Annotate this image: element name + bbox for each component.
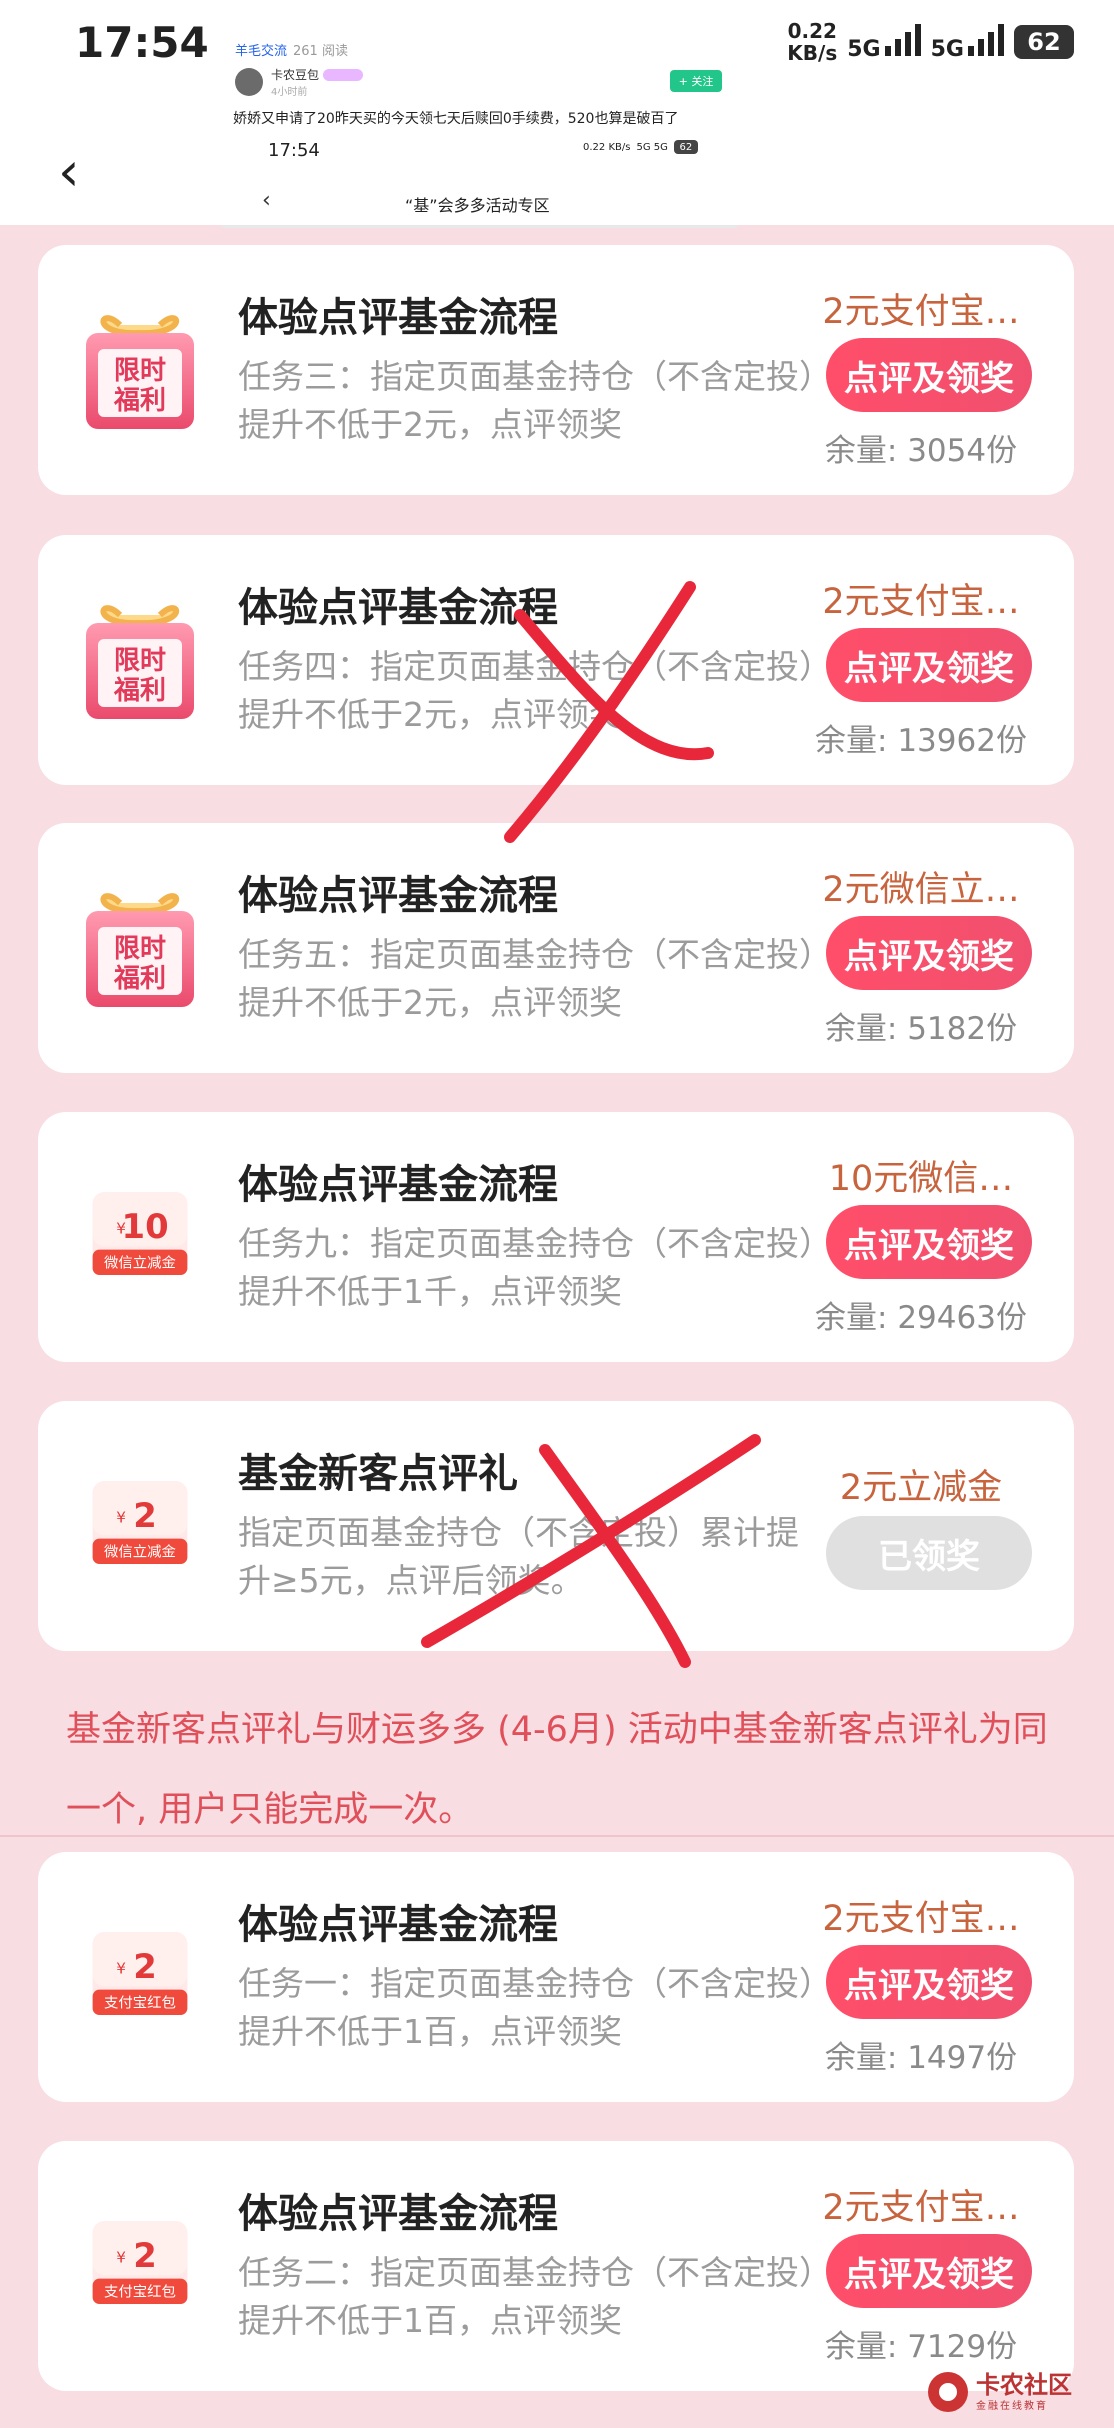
network-speed: 0.22 KB/s [787,19,838,65]
svg-text:微信立减金: 微信立减金 [104,1543,176,1560]
watermark: 卡农社区 金融在线教育 [926,2370,1072,2414]
svg-text:限时: 限时 [114,356,166,386]
post-meta: 羊毛交流 261 阅读 [235,44,348,59]
signal-icon: 5G [931,22,1004,62]
stock-count: 余量: 13962份 [815,723,1027,759]
coupon-icon: ¥ 10 微信立减金 [92,1192,188,1275]
page-title: “基”会多多活动专区 [405,196,550,215]
signal-icon: 5G [847,22,921,62]
stock-count: 余量: 1497份 [824,2040,1018,2076]
review-claim-button[interactable]: 点评及领奖 [826,1945,1032,2019]
svg-text:¥: ¥ [116,1960,126,1978]
post-text: 娇娇又申请了20昨天买的今天领七天后赎回0手续费，520也算是破百了 [233,111,679,127]
svg-text:10: 10 [122,1207,169,1246]
cross-mark-icon [504,581,714,843]
card-title: 体验点评基金流程 [238,2191,558,2237]
task-card: ¥ 2 支付宝红包 体验点评基金流程 任务二：指定页面基金持仓（不含定投）提升不… [38,2141,1074,2391]
coupon-icon: ¥ 2 支付宝红包 [92,1932,188,2015]
gift-box-icon: 限时 福利 [86,605,194,719]
svg-text:福利: 福利 [113,964,166,994]
svg-text:2: 2 [133,1947,157,1986]
review-claim-button[interactable]: 点评及领奖 [826,2234,1032,2308]
stock-count: 余量: 29463份 [815,1300,1027,1336]
badge-icon [323,68,364,81]
card-description: 任务九：指定页面基金持仓（不含定投）提升不低于1千，点评领奖 [238,1224,816,1311]
svg-text:福利: 福利 [113,386,166,416]
coupon-icon: ¥ 2 微信立减金 [92,1481,188,1564]
svg-text:限时: 限时 [114,646,166,676]
inner-back-arrow-icon[interactable]: ‹ [262,188,271,213]
forum-link[interactable]: 羊毛交流 [235,44,287,59]
post-author: 卡农豆包 4小时前 [235,66,364,98]
svg-text:福利: 福利 [113,676,166,706]
svg-text:¥: ¥ [116,2249,126,2267]
task-card: 限时 福利 体验点评基金流程 任务五：指定页面基金持仓（不含定投）提升不低于2元… [38,823,1074,1073]
svg-text:支付宝红包: 支付宝红包 [104,1994,176,2011]
author-name[interactable]: 卡农豆包 [271,66,319,83]
stock-count: 余量: 7129份 [824,2329,1018,2365]
task-card: 限时 福利 体验点评基金流程 任务三：指定页面基金持仓（不含定投）提升不低于2元… [38,245,1074,495]
review-claim-button[interactable]: 点评及领奖 [826,916,1032,990]
reward-label: 2元支付宝… [822,2188,1020,2228]
cross-mark-icon [421,1434,761,1668]
review-claim-button[interactable]: 点评及领奖 [826,1205,1032,1279]
review-claim-button[interactable]: 点评及领奖 [826,338,1032,412]
follow-button[interactable]: + 关注 [670,70,722,92]
reward-label: 10元微信… [828,1159,1014,1199]
reward-label: 2元支付宝… [822,582,1020,622]
status-time: 17:54 [75,18,209,67]
coupon-icon: ¥ 2 支付宝红包 [92,2221,188,2304]
card-title: 体验点评基金流程 [238,873,558,919]
divider [0,1835,1114,1837]
review-claim-button[interactable]: 点评及领奖 [826,628,1032,702]
inner-status-time: 17:54 [268,140,320,161]
inner-status-indicators: 0.22 KB/s 5G 5G 62 [583,140,698,154]
card-title: 体验点评基金流程 [238,1162,558,1208]
gift-box-icon: 限时 福利 [86,893,194,1007]
battery-icon: 62 [1014,25,1074,59]
activity-note: 基金新客点评礼与财运多多 (4-6月) 活动中基金新客点评礼为同一个, 用户只能… [66,1710,1048,1830]
back-arrow-icon[interactable]: ‹ [58,140,80,203]
svg-text:¥: ¥ [116,1509,126,1527]
card-title: 体验点评基金流程 [238,1902,558,1948]
card-description: 任务二：指定页面基金持仓（不含定投）提升不低于1百，点评领奖 [238,2253,816,2340]
post-time: 4小时前 [271,87,308,98]
divider [222,225,737,228]
svg-text:限时: 限时 [114,934,166,964]
stock-count: 余量: 5182份 [824,1011,1018,1047]
svg-text:2: 2 [133,2236,157,2275]
avatar[interactable] [235,68,263,96]
task-card: ¥ 2 支付宝红包 体验点评基金流程 任务一：指定页面基金持仓（不含定投）提升不… [38,1852,1074,2102]
task-card: ¥ 10 微信立减金 体验点评基金流程 任务九：指定页面基金持仓（不含定投）提升… [38,1112,1074,1362]
gift-box-icon: 限时 福利 [86,315,194,429]
watermark-logo-icon [928,2372,968,2412]
claimed-button: 已领奖 [826,1516,1032,1590]
svg-text:2: 2 [133,1496,157,1535]
reward-label: 2元支付宝… [822,292,1020,332]
svg-text:微信立减金: 微信立减金 [104,1254,176,1271]
card-description: 任务一：指定页面基金持仓（不含定投）提升不低于1百，点评领奖 [238,1964,816,2051]
status-indicators: 0.22 KB/s 5G 5G 62 [787,20,1074,64]
screenshot-header: 17:54 0.22 KB/s 5G 5G 62 羊毛交流 261 阅读 卡农豆包 … [0,0,1114,228]
card-description: 任务五：指定页面基金持仓（不含定投）提升不低于2元，点评领奖 [238,935,816,1022]
card-description: 任务三：指定页面基金持仓（不含定投）提升不低于2元，点评领奖 [238,357,816,444]
card-title: 体验点评基金流程 [238,295,558,341]
reward-label: 2元微信立… [822,870,1020,910]
svg-text:支付宝红包: 支付宝红包 [104,2283,176,2300]
reward-label: 2元立减金 [839,1468,1003,1508]
reward-label: 2元支付宝… [822,1899,1020,1939]
stock-count: 余量: 3054份 [824,433,1018,469]
